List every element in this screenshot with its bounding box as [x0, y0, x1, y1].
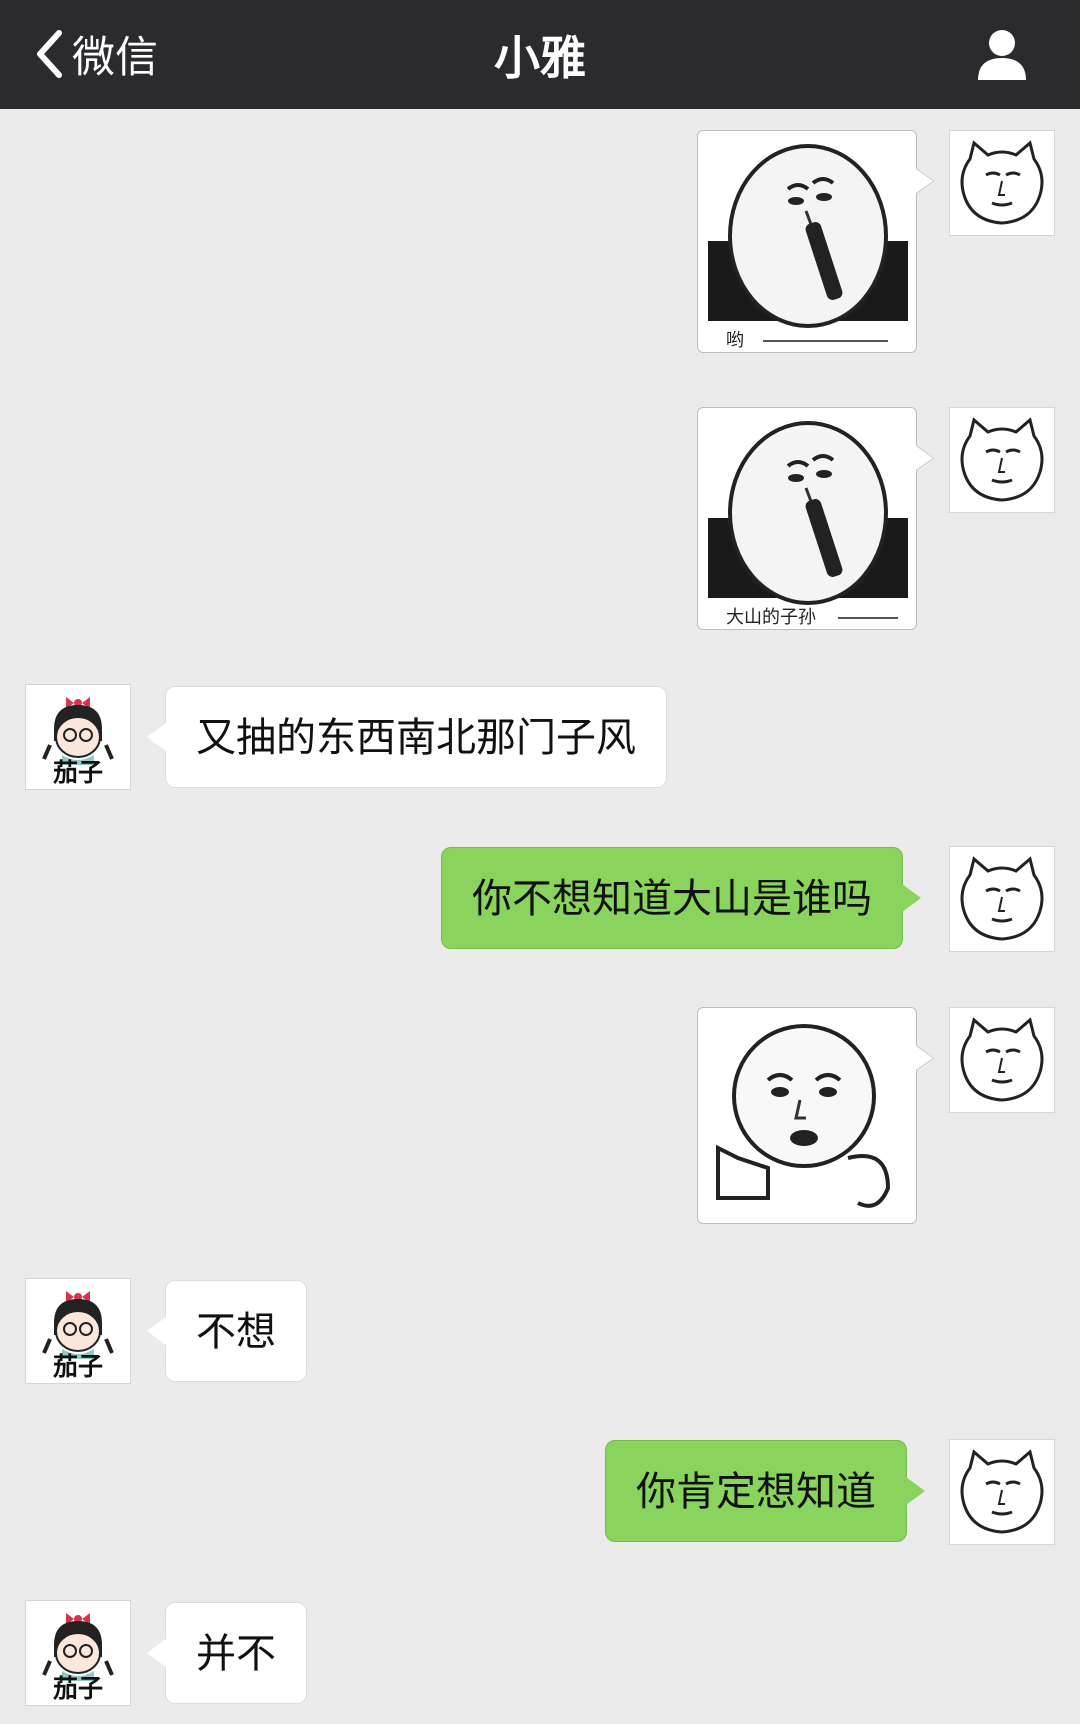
incoming-text-bubble[interactable]: 并不	[147, 1602, 307, 1704]
sticker-message[interactable]: 哟	[697, 130, 934, 353]
bubble-tail	[906, 1477, 925, 1505]
shout-face-sticker	[708, 144, 908, 328]
bubble-tail	[147, 1639, 166, 1667]
message-text: 又抽的东西南北那门子风	[196, 715, 636, 761]
bubble-tail	[916, 1046, 933, 1070]
sticker-caption: 哟	[726, 332, 748, 350]
sticker-message[interactable]: 大山的子孙	[697, 407, 934, 630]
chat-screen: 微信 小雅 哟 大山的子孙 茄子 又抽的东西南北那门子风 你不想知道大山是谁吗 …	[0, 0, 1080, 1724]
message-text: 并不	[196, 1631, 276, 1677]
my-avatar[interactable]	[949, 1007, 1055, 1113]
avatar-name-label: 茄子	[52, 758, 103, 787]
avatar-name-label: 茄子	[52, 1674, 103, 1703]
sticker-caption: 大山的子孙	[726, 609, 820, 627]
bubble-tail	[902, 884, 921, 912]
bubble-tail	[916, 169, 933, 193]
sticker-message[interactable]	[697, 1007, 934, 1224]
my-avatar[interactable]	[949, 846, 1055, 952]
message-text: 你肯定想知道	[636, 1469, 876, 1515]
my-avatar[interactable]	[949, 1439, 1055, 1545]
caption-line	[838, 617, 898, 619]
nav-bar: 微信 小雅	[0, 0, 1080, 109]
outgoing-text-bubble[interactable]: 你不想知道大山是谁吗	[441, 847, 921, 949]
bubble-tail	[916, 446, 933, 470]
cat-face-avatar-icon	[960, 417, 1044, 502]
avatar-name-label: 茄子	[52, 1352, 103, 1381]
contact-avatar[interactable]: 茄子	[25, 1278, 131, 1384]
incoming-text-bubble[interactable]: 不想	[147, 1280, 307, 1382]
shout-face-sticker	[708, 421, 908, 605]
my-avatar[interactable]	[949, 407, 1055, 513]
person-icon	[978, 30, 1026, 80]
incoming-text-bubble[interactable]: 又抽的东西南北那门子风	[147, 686, 667, 788]
profile-button[interactable]	[974, 26, 1030, 82]
shrug-face-sticker	[716, 1024, 891, 1208]
cat-face-avatar-icon	[960, 140, 1044, 225]
contact-avatar[interactable]: 茄子	[25, 684, 131, 790]
contact-avatar[interactable]: 茄子	[25, 1600, 131, 1706]
my-avatar[interactable]	[949, 130, 1055, 236]
bubble-tail	[147, 723, 166, 751]
cat-face-avatar-icon	[960, 1449, 1044, 1534]
cat-face-avatar-icon	[960, 856, 1044, 941]
caption-line	[763, 340, 888, 342]
message-text: 你不想知道大山是谁吗	[472, 876, 872, 922]
bubble-tail	[147, 1317, 166, 1345]
cat-face-avatar-icon	[960, 1017, 1044, 1102]
chat-title: 小雅	[494, 31, 586, 85]
outgoing-text-bubble[interactable]: 你肯定想知道	[605, 1440, 925, 1542]
message-text: 不想	[196, 1309, 276, 1355]
